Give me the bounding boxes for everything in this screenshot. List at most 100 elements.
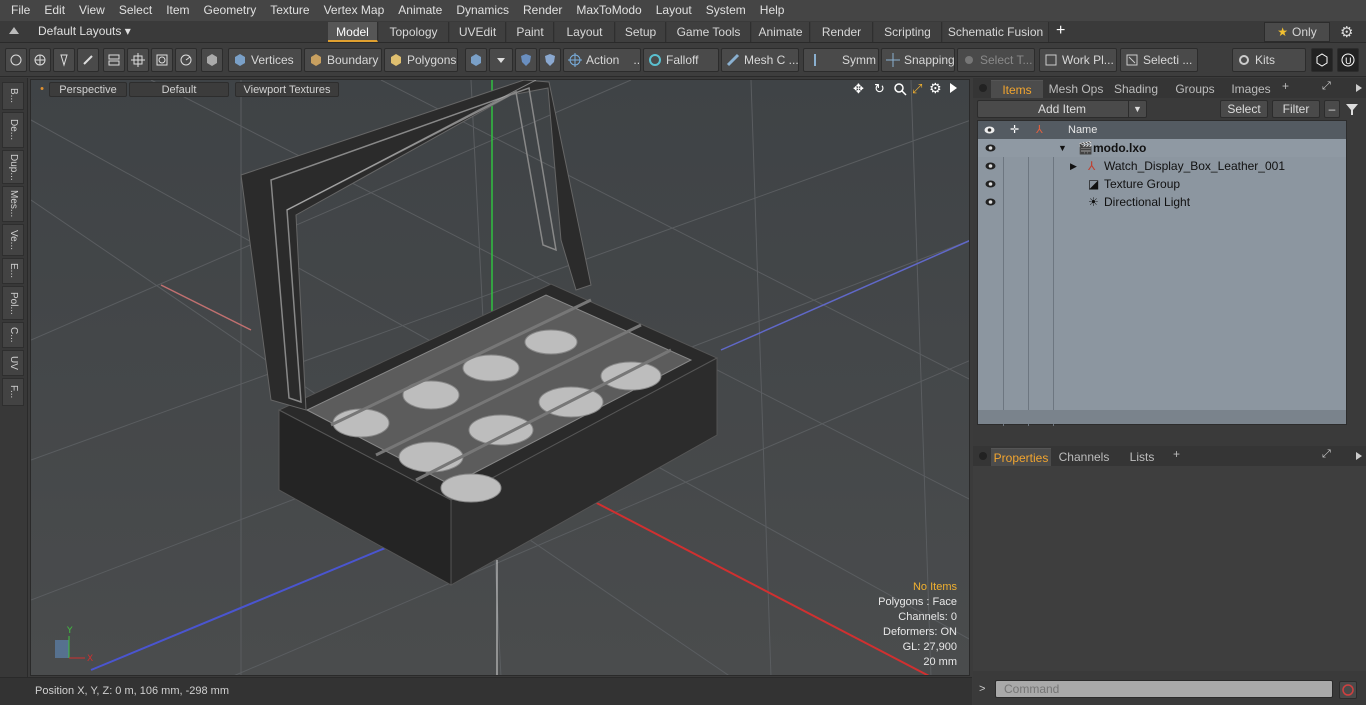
- filter-button[interactable]: Filter: [1272, 100, 1320, 118]
- menu-dynamics[interactable]: Dynamics: [449, 0, 516, 21]
- unreal-icon[interactable]: U: [1337, 48, 1359, 72]
- zoom-icon[interactable]: [893, 82, 907, 99]
- tab-basic[interactable]: B...: [2, 82, 24, 110]
- tab-properties[interactable]: Properties: [991, 448, 1051, 466]
- add-tab-icon[interactable]: +: [1056, 22, 1065, 40]
- tab-model[interactable]: Model: [328, 22, 378, 42]
- menu-file[interactable]: File: [4, 0, 37, 21]
- menu-system[interactable]: System: [699, 0, 753, 21]
- tree-row-scene[interactable]: ▼ 🎬 modo.lxo: [978, 139, 1346, 157]
- symmetry-button[interactable]: Symm ...: [803, 48, 879, 72]
- perspective-dropdown[interactable]: Perspective: [49, 82, 127, 97]
- panel-maximize-icon[interactable]: ⤢: [1322, 448, 1331, 461]
- tab-layout[interactable]: Layout: [555, 22, 615, 42]
- panel-menu-dot-icon[interactable]: [979, 452, 987, 460]
- tab-vertex[interactable]: Ve...: [2, 224, 24, 256]
- tab-groups[interactable]: Groups: [1167, 80, 1223, 98]
- boundary-button[interactable]: Boundary: [304, 48, 382, 72]
- tab-mesh-ops[interactable]: Mesh Ops: [1047, 80, 1105, 98]
- tab-images[interactable]: Images: [1226, 80, 1276, 98]
- layout-selector[interactable]: Default Layouts ▾: [38, 24, 131, 38]
- dropdown-chevron-icon[interactable]: [489, 48, 513, 72]
- add-item-button[interactable]: Add Item ▼: [977, 100, 1147, 118]
- eye-icon[interactable]: [985, 143, 996, 153]
- brush-icon[interactable]: [77, 48, 99, 72]
- mesh-constraint-button[interactable]: Mesh C ...: [721, 48, 799, 72]
- tree-row-light[interactable]: ☀ Directional Light: [978, 193, 1346, 211]
- panel-expand-icon[interactable]: [1355, 450, 1363, 464]
- menu-help[interactable]: Help: [753, 0, 792, 21]
- tab-channels[interactable]: Channels: [1055, 448, 1113, 466]
- tab-animate[interactable]: Animate: [752, 22, 810, 42]
- add-panel-tab-icon[interactable]: +: [1282, 79, 1289, 93]
- rotate-icon[interactable]: ↻: [874, 81, 885, 97]
- collapse-icon[interactable]: –: [1324, 100, 1340, 118]
- menu-item[interactable]: Item: [159, 0, 196, 21]
- command-input[interactable]: [995, 680, 1333, 698]
- tab-polygon[interactable]: Pol...: [2, 286, 24, 320]
- pan-icon[interactable]: ✥: [853, 81, 864, 97]
- menu-geometry[interactable]: Geometry: [197, 0, 264, 21]
- tab-deform[interactable]: De...: [2, 112, 24, 148]
- fit-icon[interactable]: ⤢: [912, 81, 922, 97]
- tab-lists[interactable]: Lists: [1119, 448, 1165, 466]
- vertices-button[interactable]: Vertices: [228, 48, 302, 72]
- globe-icon[interactable]: [29, 48, 51, 72]
- shading-dropdown[interactable]: Default: [129, 82, 229, 97]
- menu-layout[interactable]: Layout: [649, 0, 699, 21]
- 3d-viewport[interactable]: Y X • Perspective Default Viewport Textu…: [30, 79, 970, 676]
- expand-arrow-icon[interactable]: ▼: [1058, 139, 1067, 157]
- expand-arrow-icon[interactable]: ▶: [1070, 157, 1077, 175]
- panel-expand-icon[interactable]: [1355, 82, 1363, 96]
- work-plane-button[interactable]: Work Pl...: [1039, 48, 1117, 72]
- viewport-menu-dot-icon[interactable]: •: [36, 82, 48, 97]
- menu-select[interactable]: Select: [112, 0, 159, 21]
- action-center-button[interactable]: Action...: [563, 48, 641, 72]
- funnel-icon[interactable]: [1345, 102, 1359, 119]
- tab-schematic-fusion[interactable]: Schematic Fusion: [943, 22, 1049, 42]
- tab-edge[interactable]: E...: [2, 258, 24, 284]
- menu-view[interactable]: View: [72, 0, 112, 21]
- center-icon[interactable]: [127, 48, 149, 72]
- menu-edit[interactable]: Edit: [37, 0, 72, 21]
- tab-uv[interactable]: UV: [2, 350, 24, 376]
- tab-uvedit[interactable]: UVEdit: [450, 22, 506, 42]
- tab-scripting[interactable]: Scripting: [874, 22, 942, 42]
- name-column-header[interactable]: Name: [1068, 121, 1097, 139]
- tree-row-mesh[interactable]: ▶ ⅄ Watch_Display_Box_Leather_001: [978, 157, 1346, 175]
- select-through-button[interactable]: Select T...: [957, 48, 1035, 72]
- item-mode-icon[interactable]: [201, 48, 223, 72]
- add-panel-tab-icon[interactable]: +: [1173, 447, 1180, 461]
- tree-scrollbar[interactable]: [978, 410, 1346, 424]
- menu-texture[interactable]: Texture: [263, 0, 316, 21]
- falloff-button[interactable]: Falloff: [643, 48, 719, 72]
- select-circle-icon[interactable]: [5, 48, 27, 72]
- menu-animate[interactable]: Animate: [391, 0, 449, 21]
- unity-icon[interactable]: [1311, 48, 1333, 72]
- tab-items[interactable]: Items: [991, 80, 1043, 98]
- panel-menu-dot-icon[interactable]: [979, 84, 987, 92]
- shield-alt-icon[interactable]: [539, 48, 561, 72]
- align-icon[interactable]: [103, 48, 125, 72]
- eye-icon[interactable]: [985, 179, 996, 189]
- viewport-expand-icon[interactable]: [948, 82, 958, 97]
- tree-row-texture-group[interactable]: ◪ Texture Group: [978, 175, 1346, 193]
- menu-maxtomodo[interactable]: MaxToModo: [569, 0, 648, 21]
- only-toggle[interactable]: ★ Only: [1264, 22, 1330, 42]
- eye-icon[interactable]: [985, 161, 996, 171]
- tab-topology[interactable]: Topology: [379, 22, 449, 42]
- tab-duplicate[interactable]: Dup...: [2, 150, 24, 184]
- viewport-settings-icon[interactable]: ⚙: [929, 80, 942, 97]
- tab-setup[interactable]: Setup: [616, 22, 666, 42]
- menu-vertex-map[interactable]: Vertex Map: [317, 0, 392, 21]
- tab-render[interactable]: Render: [811, 22, 873, 42]
- panel-maximize-icon[interactable]: ⤢: [1322, 80, 1331, 93]
- tab-shading[interactable]: Shading: [1108, 80, 1164, 98]
- symmetry-shield-icon[interactable]: [515, 48, 537, 72]
- viewport-textures-dropdown[interactable]: Viewport Textures: [235, 82, 339, 97]
- tab-game-tools[interactable]: Game Tools: [667, 22, 751, 42]
- record-button[interactable]: [1339, 681, 1357, 699]
- cube-icon[interactable]: [465, 48, 487, 72]
- element-icon[interactable]: [151, 48, 173, 72]
- menu-render[interactable]: Render: [516, 0, 569, 21]
